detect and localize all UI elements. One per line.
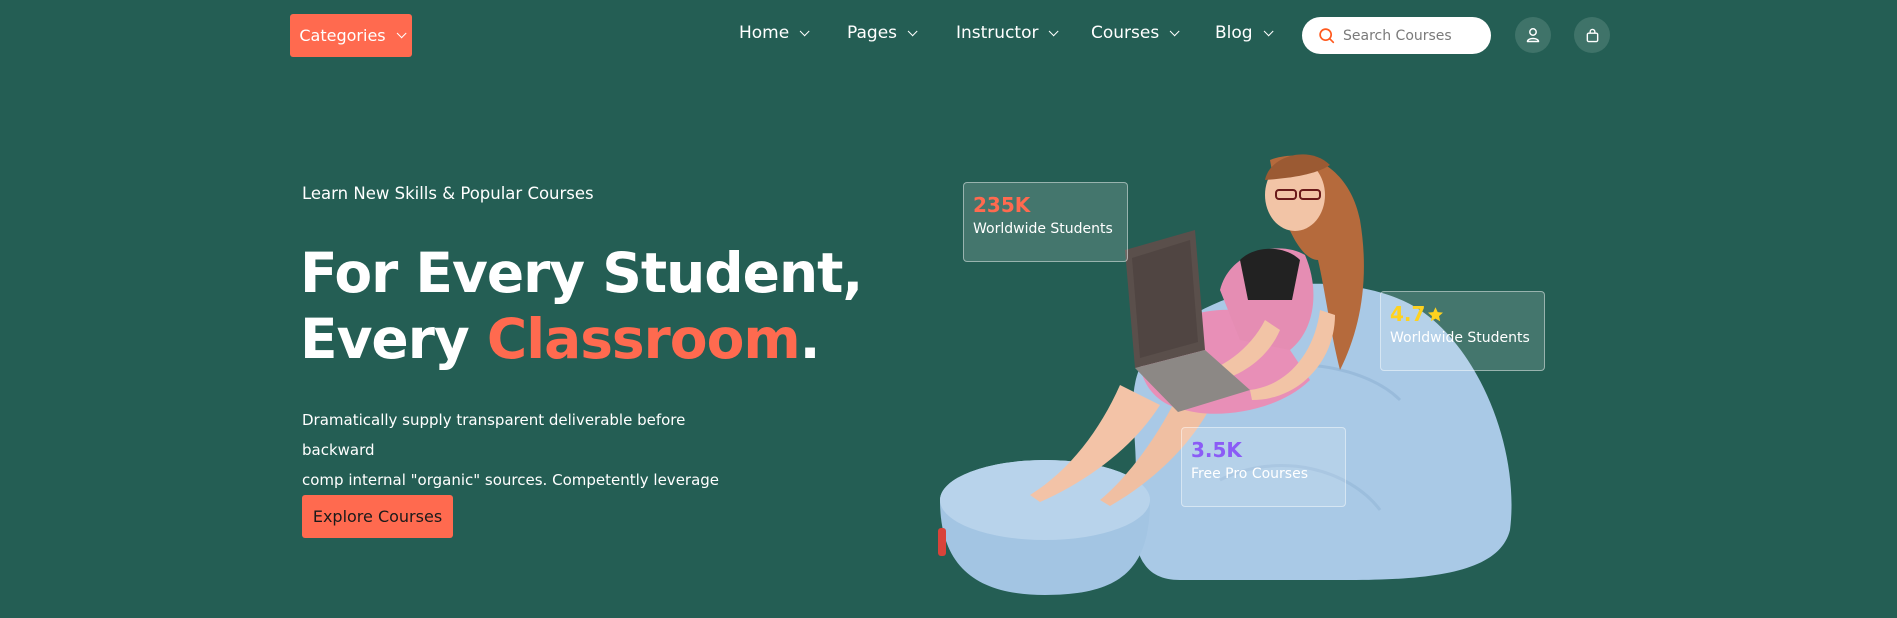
hero-title-line1: For Every Student, xyxy=(300,241,863,305)
nav-item-courses[interactable]: Courses xyxy=(1091,23,1180,43)
nav-item-label: Home xyxy=(739,23,790,43)
nav-item-label: Pages xyxy=(847,23,898,43)
stat-label: Worldwide Students xyxy=(973,221,1113,237)
nav-item-label: Courses xyxy=(1091,23,1160,43)
hero-title-suffix: . xyxy=(799,307,821,371)
chevron-down-icon xyxy=(1049,25,1060,36)
categories-label: Categories xyxy=(299,26,386,45)
hero-description-line1: Dramatically supply transparent delivera… xyxy=(302,411,686,459)
hero-title-accent: Classroom xyxy=(486,307,801,371)
nav-item-label: Instructor xyxy=(956,23,1039,43)
stat-value: 4.7 xyxy=(1390,302,1426,326)
hero-title: For Every Student, Every Classroom. xyxy=(300,240,863,372)
hero-title-prefix: Every xyxy=(300,307,487,371)
stat-card-students: 235K Worldwide Students xyxy=(963,182,1128,262)
cart-button[interactable] xyxy=(1574,17,1610,53)
hero-eyebrow: Learn New Skills & Popular Courses xyxy=(302,184,594,203)
stat-card-courses: 3.5K Free Pro Courses xyxy=(1181,427,1346,507)
hero-title-line2: Every Classroom. xyxy=(300,306,862,372)
nav-item-home[interactable]: Home xyxy=(739,23,810,43)
user-account-button[interactable] xyxy=(1515,17,1551,53)
nav-item-instructor[interactable]: Instructor xyxy=(956,23,1060,43)
stat-value: 235K xyxy=(973,193,1031,217)
search-input[interactable] xyxy=(1343,27,1483,44)
explore-courses-button[interactable]: Explore Courses xyxy=(302,495,453,538)
user-icon xyxy=(1526,28,1540,43)
chevron-down-icon xyxy=(907,25,918,36)
stat-value-row: 4.7 xyxy=(1390,302,1535,326)
nav-item-pages[interactable]: Pages xyxy=(847,23,918,43)
stat-label: Worldwide Students xyxy=(1390,330,1530,346)
stat-value: 3.5K xyxy=(1191,438,1242,462)
nav-item-blog[interactable]: Blog xyxy=(1215,23,1274,43)
stat-label: Free Pro Courses xyxy=(1191,466,1308,482)
chevron-down-icon xyxy=(1263,25,1274,36)
stat-card-rating: 4.7 Worldwide Students xyxy=(1380,291,1545,371)
star-icon xyxy=(1428,306,1444,321)
chevron-down-icon xyxy=(1169,25,1180,36)
chevron-down-icon xyxy=(799,25,810,36)
categories-button[interactable]: Categories xyxy=(290,14,412,57)
shopping-bag-icon xyxy=(1586,28,1598,42)
nav-item-label: Blog xyxy=(1215,23,1253,43)
search-bar[interactable] xyxy=(1302,17,1491,54)
chevron-down-icon xyxy=(396,28,407,39)
search-icon xyxy=(1319,28,1335,44)
